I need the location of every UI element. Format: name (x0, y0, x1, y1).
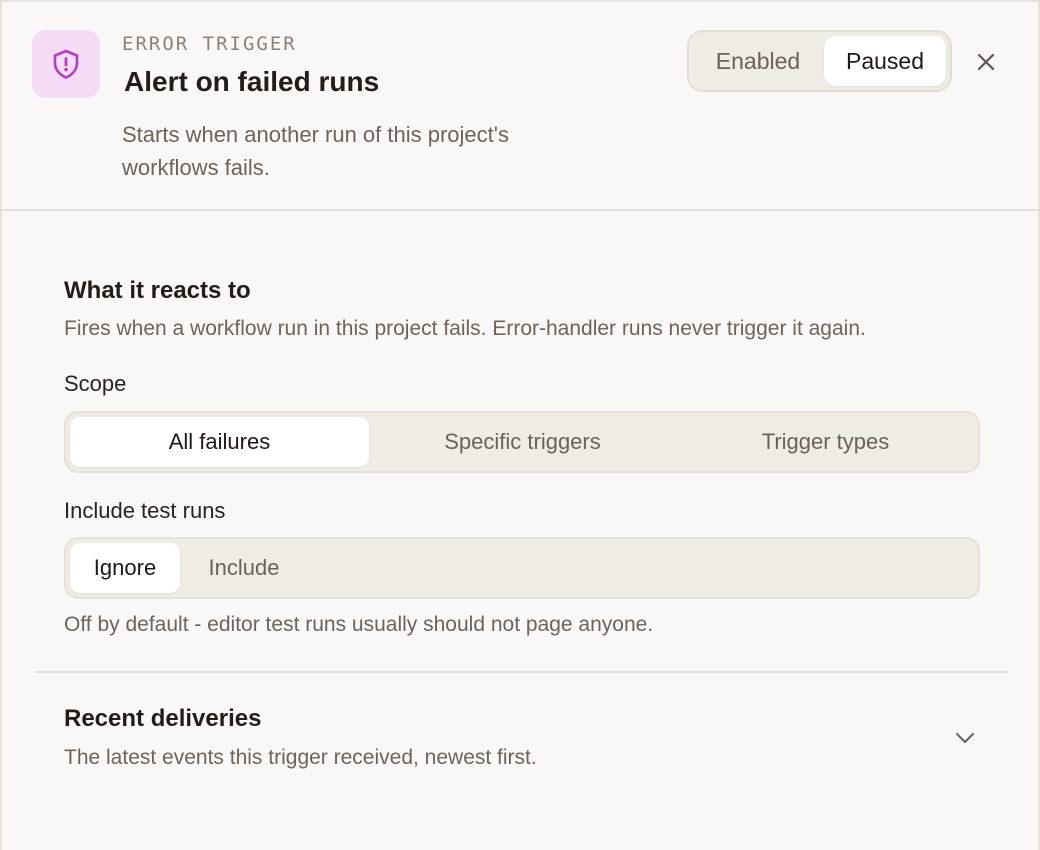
chevron-down-icon (956, 733, 974, 743)
trigger-description: Starts when another run of this project'… (122, 122, 509, 180)
test-runs-hint: Off by default - editor test runs usuall… (64, 613, 654, 636)
deliveries-section-title: Recent deliveries (64, 705, 262, 732)
deliveries-expand-button[interactable] (952, 726, 978, 750)
scope-segmented-control: All failures Specific triggers Trigger t… (64, 411, 980, 473)
scope-option-specific-triggers[interactable]: Specific triggers (373, 417, 672, 467)
status-toggle: Enabled Paused (687, 30, 952, 92)
status-enabled-option[interactable]: Enabled (695, 36, 821, 86)
panel-header: ERROR TRIGGER Alert on failed runs Start… (2, 2, 1038, 211)
section-divider (35, 671, 1008, 673)
reacts-section-title: What it reacts to (64, 277, 251, 304)
close-button[interactable] (968, 44, 1004, 80)
page-title: Alert on failed runs (124, 66, 380, 97)
test-runs-label: Include test runs (64, 498, 226, 523)
scope-option-trigger-types[interactable]: Trigger types (676, 417, 975, 467)
scope-option-all-failures[interactable]: All failures (70, 417, 369, 467)
close-icon (977, 53, 995, 71)
deliveries-section-description: The latest events this trigger received,… (64, 746, 537, 769)
test-runs-option-include[interactable]: Include (188, 543, 300, 593)
trigger-type-label: ERROR TRIGGER (122, 33, 297, 55)
status-paused-option[interactable]: Paused (824, 36, 946, 86)
shield-alert-icon (32, 30, 100, 98)
reacts-section-description: Fires when a workflow run in this projec… (64, 317, 866, 340)
test-runs-option-ignore[interactable]: Ignore (70, 543, 180, 593)
scope-label: Scope (64, 371, 127, 396)
error-trigger-panel: ERROR TRIGGER Alert on failed runs Start… (0, 0, 1040, 850)
test-runs-segmented-control: Ignore Include (64, 537, 980, 599)
